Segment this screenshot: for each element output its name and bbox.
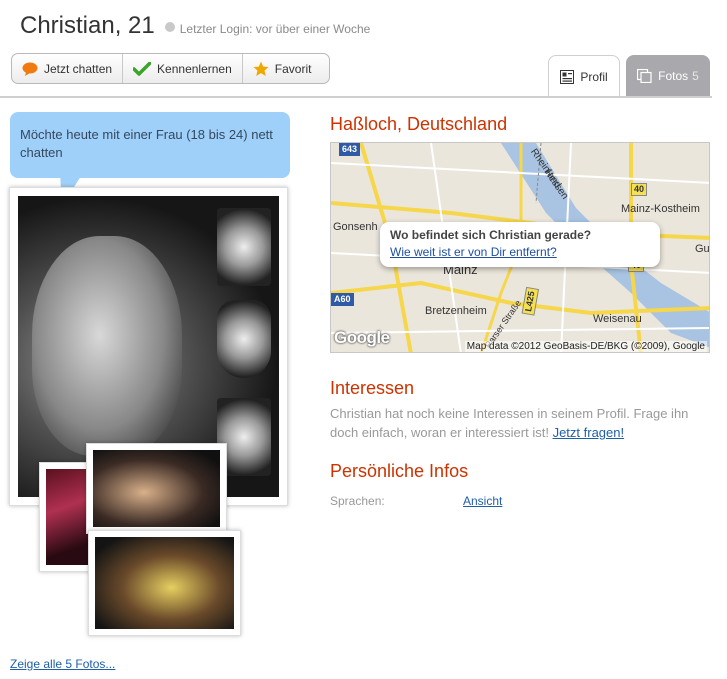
photo-face [32,236,182,456]
interests-text-block: Christian hat noch keine Interessen in s… [330,404,700,442]
map-road-label: A60 [331,293,354,306]
map-info-popup: Wo befindet sich Christian gerade? Wie w… [380,222,660,267]
map-road-label: 643 [339,143,361,156]
personal-info-title: Persönliche Infos [330,461,469,481]
distance-link[interactable]: Wie weit ist er von Dir entfernt? [390,244,650,261]
get-to-know-label: Kennenlernen [157,61,232,76]
profile-name: Christian, 21 [20,12,155,39]
map-road-label: 40 [631,183,648,196]
club-emblem-image [217,208,271,286]
chat-now-label: Jetzt chatten [44,61,113,76]
last-login-text: Letzter Login: vor über einer Woche [179,22,371,36]
tab-photos-label: Fotos [658,69,689,83]
tab-photos[interactable]: Fotos 5 [626,55,710,97]
favorite-button[interactable]: Favorit [243,54,330,83]
chat-now-button[interactable]: Jetzt chatten [12,54,124,83]
tab-divider [0,96,712,98]
tab-photos-count: 5 [692,69,699,83]
photo-thumbnail-image [46,469,91,565]
status-message-text: Möchte heute mit einer Frau (18 bis 24) … [20,127,273,160]
profile-card-icon [560,69,575,84]
map-city-label: Mainz-Kostheim [621,203,700,215]
google-logo: Google [334,328,390,347]
favorite-label: Favorit [274,61,312,76]
club-crest-image [217,300,271,378]
map-city-label: Weisenau [593,313,642,325]
languages-view-link[interactable]: Ansicht [463,494,502,508]
map-copyright: Map data ©2012 GeoBasis-DE/BKG (©2009), … [464,341,707,352]
photo-thumbnail[interactable] [86,443,227,534]
status-message-bubble: Möchte heute mit einer Frau (18 bis 24) … [10,112,290,178]
map-city-label: Bretzenheim [425,305,487,317]
speech-bubble-icon [22,62,38,76]
map-city-label: Gonsenh [333,221,378,233]
interests-title: Interessen [330,378,415,398]
online-status-dot-icon [164,22,175,32]
photos-icon [637,69,652,83]
action-button-group: Jetzt chatten Kennenlernen Favorit [11,53,331,84]
location-map[interactable]: 643 40 40 A60 L425 Rheinland Hessen Gons… [330,142,710,353]
photo-thumbnail-image [93,450,220,527]
interests-text: Christian hat noch keine Interessen in s… [330,406,689,440]
map-city-label: Gu [695,243,710,255]
tab-profile[interactable]: Profil [548,55,620,97]
tab-profile-label: Profil [580,69,608,84]
ask-now-link[interactable]: Jetzt fragen! [553,425,625,440]
languages-label: Sprachen: [330,494,385,508]
show-all-photos-link[interactable]: Zeige alle 5 Fotos... [10,657,115,671]
profile-header: Christian, 21 Letzter Login: vor über ei… [20,12,370,40]
location-title: Haßloch, Deutschland [330,114,508,134]
checkmark-icon [133,61,152,76]
get-to-know-button[interactable]: Kennenlernen [123,54,243,83]
star-icon [253,61,269,77]
photo-thumbnail[interactable] [88,530,241,636]
profile-tabs: Profil Fotos 5 [548,55,710,97]
photo-thumbnail-image [95,537,234,629]
map-popup-question: Wo befindet sich Christian gerade? [390,228,592,242]
